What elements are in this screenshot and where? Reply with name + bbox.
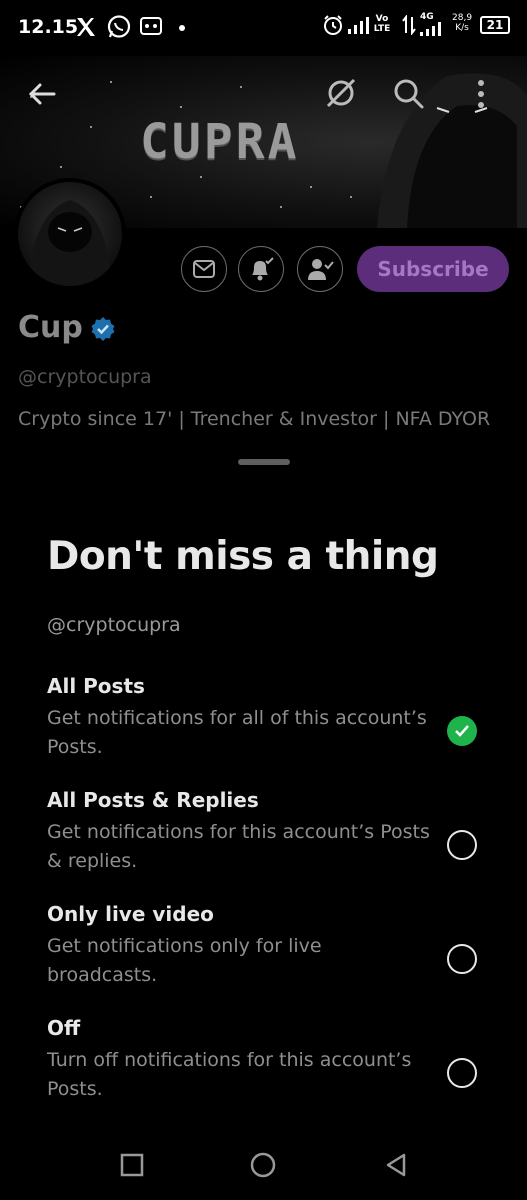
alarm-icon [324, 15, 342, 35]
option-title: All Posts & Replies [47, 788, 259, 812]
subscribe-button[interactable]: Subscribe [357, 246, 509, 292]
network-speed-unit: K/s [455, 23, 469, 33]
hooded-figure-image [377, 73, 527, 228]
network-speed: 28,9 K/s [452, 13, 472, 33]
verified-badge-icon[interactable] [90, 316, 116, 342]
net-type-label: 4G [420, 12, 434, 22]
bell-check-icon [252, 257, 274, 281]
battery-level: 21 [486, 18, 504, 32]
option-off[interactable]: Off Turn off notifications for this acco… [47, 1016, 507, 1104]
status-bar: 12.15 Vo LTE 4G 28,9 K/s 21 [0, 0, 527, 56]
more-options-icon[interactable] [474, 78, 488, 110]
option-only-live-video[interactable]: Only live video Get notifications only f… [47, 902, 507, 990]
network-speed-value: 28,9 [452, 13, 473, 23]
checkmark-icon [455, 725, 469, 737]
sheet-handle: @cryptocupra [47, 614, 181, 636]
signal-strength-2-icon [420, 22, 441, 36]
notifications-button[interactable] [238, 246, 284, 292]
search-icon[interactable] [393, 78, 425, 110]
option-all-posts-replies[interactable]: All Posts & Replies Get notifications fo… [47, 788, 507, 876]
signal-strength-icon [348, 17, 369, 34]
whatsapp-icon [107, 15, 131, 38]
mail-icon [193, 260, 215, 278]
profile-bio: Crypto since 17' | Trencher & Investor |… [18, 408, 491, 430]
option-description: Turn off notifications for this account’… [47, 1049, 412, 1100]
status-time: 12.15 [18, 16, 79, 38]
system-navigation-bar [0, 1138, 527, 1200]
avatar[interactable] [14, 178, 126, 290]
data-transfer-icon [402, 15, 416, 35]
more-notifications-dot-icon [179, 25, 185, 31]
option-title: Off [47, 1016, 81, 1040]
volte-label: Vo LTE [373, 14, 391, 34]
avatar-hood-image [28, 200, 112, 286]
sheet-drag-handle[interactable] [238, 459, 290, 465]
option-description: Get notifications for all of this accoun… [47, 707, 427, 758]
app-notification-icon [140, 17, 162, 35]
radio-selected[interactable] [447, 716, 477, 746]
option-description: Get notifications only for live broadcas… [47, 935, 322, 986]
radio-unselected[interactable] [447, 830, 477, 860]
back-arrow-icon[interactable] [26, 78, 58, 110]
x-logo-icon [77, 18, 95, 36]
option-title: All Posts [47, 674, 145, 698]
option-title: Only live video [47, 902, 214, 926]
grok-icon[interactable] [324, 76, 358, 110]
user-check-icon [308, 259, 334, 280]
battery-icon: 21 [480, 16, 510, 34]
message-button[interactable] [181, 246, 227, 292]
radio-unselected[interactable] [447, 1058, 477, 1088]
option-all-posts[interactable]: All Posts Get notifications for all of t… [47, 674, 507, 762]
profile-name: Cup [18, 310, 83, 345]
following-button[interactable] [297, 246, 343, 292]
home-circle-icon[interactable] [249, 1152, 277, 1180]
option-description: Get notifications for this account’s Pos… [47, 821, 430, 872]
profile-handle: @cryptocupra [18, 366, 152, 388]
back-triangle-icon[interactable] [383, 1152, 409, 1178]
banner-title: CUPRA [140, 114, 300, 170]
recents-square-icon[interactable] [119, 1152, 145, 1178]
sheet-title: Don't miss a thing [47, 534, 439, 579]
radio-unselected[interactable] [447, 944, 477, 974]
